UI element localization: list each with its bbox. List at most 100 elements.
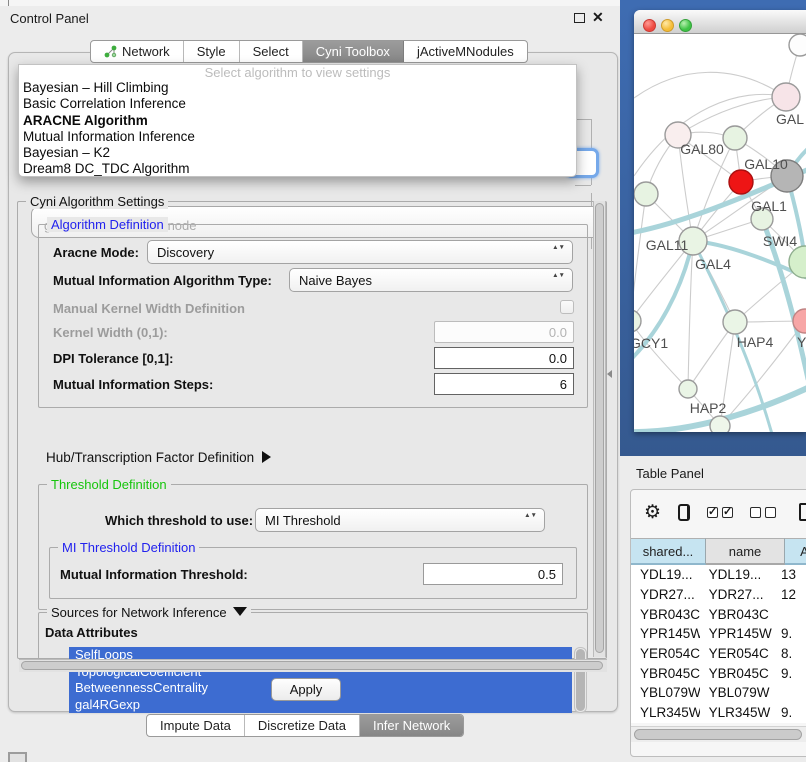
group-border-fragment [575,185,591,186]
table-row[interactable]: YPR145WYPR145W9. [631,624,806,644]
threshold-definition-legend: Threshold Definition [47,477,171,492]
which-threshold-label: Which threshold to use: [105,513,253,528]
network-node[interactable] [723,310,747,334]
algorithm-option[interactable]: Dream8 DC_TDC Algorithm [19,161,576,177]
network-canvas[interactable]: GALGAL80GAL10GAL1GAL11SWI4GAL4GCY1HAP4YH… [634,34,806,432]
mi-threshold-value: 0.5 [538,567,556,582]
column-header[interactable]: A [785,538,806,565]
mi-threshold-legend: MI Threshold Definition [58,540,199,555]
algorithm-definition-group: Algorithm Definition Aracne Mode: Discov… [38,224,588,408]
network-node[interactable] [729,170,753,194]
algorithm-option[interactable]: Bayesian – Hill Climbing [19,80,576,96]
table-row[interactable]: YLR345WYLR345W9. [631,703,806,723]
network-node[interactable] [679,380,697,398]
dpi-tolerance-input[interactable]: 0.0 [434,347,574,369]
network-icon [104,45,117,58]
network-window-titlebar[interactable] [634,10,806,34]
network-node[interactable] [789,34,806,56]
tab-select[interactable]: Select [240,41,303,62]
table-row[interactable]: YBL079WYBL079W [631,683,806,703]
algorithm-option[interactable]: ARACNE Algorithm [19,113,576,129]
gear-icon[interactable]: ⚙ [644,503,661,522]
tab-network[interactable]: Network [91,41,184,62]
sources-legend[interactable]: Sources for Network Inference [47,605,251,620]
table-cell: YBL079W [631,685,700,700]
hub-definition-toggle[interactable]: Hub/Transcription Factor Definition [46,450,271,465]
application-window: Control Panel ✕ NetworkStyleSelectCyni T… [0,0,806,762]
minimize-window-icon[interactable] [661,19,674,32]
network-node[interactable] [723,126,747,150]
split-columns-icon[interactable] [678,504,690,521]
table-row[interactable]: YIL052CYIL052C9 [631,723,806,724]
table-row[interactable]: YBR043CYBR043C [631,604,806,624]
threshold-definition-group: Threshold Definition Which threshold to … [38,484,588,610]
cyni-algorithm-settings-group: Cyni Algorithm Settings Algorithm Defini… [17,201,607,659]
bottom-tabs: Impute Data Discretize DataInfer Network [146,714,464,737]
apply-button[interactable]: Apply [271,678,341,701]
mi-steps-input[interactable]: 6 [434,373,574,395]
settings-vertical-scrollbar-thumb[interactable] [595,203,604,653]
table-row[interactable]: YBR045CYBR045C9. [631,663,806,683]
zoom-window-icon[interactable] [679,19,692,32]
mi-type-label: Mutual Information Algorithm Type: [53,273,272,288]
divider [8,0,9,6]
network-node[interactable] [634,310,641,332]
mi-threshold-input[interactable]: 0.5 [423,563,563,585]
docked-panel-chip[interactable] [8,752,27,762]
algorithm-option[interactable]: Basic Correlation Inference [19,96,576,112]
float-window-icon[interactable] [574,13,585,23]
tab-jactivemnodules[interactable]: jActiveMNodules [404,41,527,62]
sources-legend-text: Sources for Network Inference [51,605,227,620]
network-node-label: GAL11 [646,237,689,253]
network-node-label: GCY1 [634,335,668,351]
attributes-scrollbar[interactable] [574,647,587,713]
settings-horizontal-scrollbar[interactable] [19,659,607,672]
tab-label: Impute Data [160,718,231,733]
select-all-columns-icon[interactable] [707,507,733,518]
control-panel-tabs: Network Style SelectCyni Toolbox jActiveMNo… [90,40,528,63]
table-row[interactable]: YER054CYER054C8. [631,644,806,664]
network-node[interactable] [634,182,658,206]
deselect-all-columns-icon[interactable] [750,507,776,518]
network-node-label: GAL80 [680,141,724,157]
close-window-icon[interactable] [643,19,656,32]
tab-discretize-data[interactable]: Discretize Data [245,715,360,736]
settings-vertical-scrollbar[interactable] [593,201,606,657]
splitter-collapse-icon[interactable] [607,370,612,378]
document-icon[interactable] [799,503,806,521]
tab-style[interactable]: Style [184,41,240,62]
table-row[interactable]: YDR27...YDR27...12 [631,585,806,605]
tab-cyni-toolbox[interactable]: Cyni Toolbox [303,41,404,62]
table-horizontal-scrollbar-thumb[interactable] [634,729,802,740]
network-node-label: GAL [776,111,804,127]
group-border-fragment [575,119,591,120]
table-cell: YLR345W [631,705,700,720]
sources-group: Sources for Network Inference Data Attri… [38,612,588,659]
close-icon[interactable]: ✕ [592,9,604,26]
aracne-mode-combo[interactable]: Discovery ▲▼ [147,240,573,264]
network-node[interactable] [710,416,730,432]
table-row[interactable]: YDL19...YDL19...13 [631,565,806,585]
network-node-label: GAL4 [695,256,731,272]
mi-threshold-group: MI Threshold Definition Mutual Informati… [49,547,577,599]
column-header[interactable]: name [706,538,785,565]
table-cell: YBR043C [631,607,700,622]
column-header[interactable]: shared... [631,538,706,565]
manual-kernel-checkbox[interactable] [560,300,574,314]
table-panel: ⚙ shared...nameA YDL19...YDL19...13YDR27… [630,489,806,757]
kernel-width-input[interactable]: 0.0 [434,321,574,343]
mi-type-combo[interactable]: Naive Bayes ▲▼ [289,268,573,292]
dpi-tolerance-value: 0.0 [549,351,567,366]
network-node[interactable] [772,83,800,111]
tab-label: Style [197,44,226,59]
algorithm-option[interactable]: Mutual Information Inference [19,129,576,145]
table-horizontal-scrollbar[interactable] [631,726,806,742]
algorithm-option[interactable]: Bayesian – K2 [19,145,576,161]
which-threshold-combo[interactable]: MI Threshold ▲▼ [255,508,545,532]
tab-infer-network[interactable]: Infer Network [360,715,463,736]
table-cell: 9. [772,626,806,641]
hub-definition-label: Hub/Transcription Factor Definition [46,450,254,465]
settings-horizontal-scrollbar-thumb[interactable] [21,661,603,670]
tab-label: jActiveMNodules [417,44,514,59]
tab-impute-data[interactable]: Impute Data [147,715,245,736]
